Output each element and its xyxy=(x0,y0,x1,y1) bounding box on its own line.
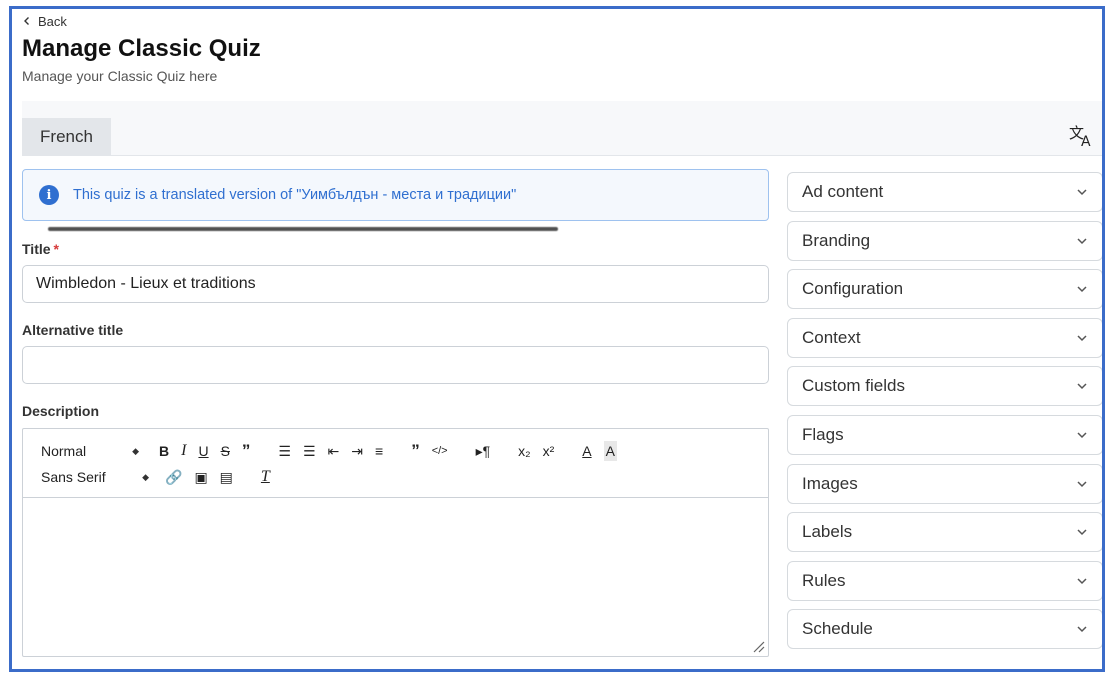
outdent-icon[interactable]: ⇤ xyxy=(328,441,340,461)
accordion-custom-fields[interactable]: Custom fields xyxy=(787,366,1102,407)
alternative-title-input[interactable] xyxy=(22,346,769,384)
back-link[interactable]: Back xyxy=(22,13,1102,29)
code-block-icon[interactable]: </> xyxy=(432,441,448,461)
chevron-down-icon xyxy=(1077,286,1087,293)
chevron-down-icon xyxy=(1077,529,1087,536)
link-icon[interactable]: 🔗 xyxy=(165,467,182,487)
font-select[interactable]: Sans Serif ◆ xyxy=(41,467,149,487)
bold-button[interactable]: B xyxy=(159,441,169,461)
subscript-icon[interactable]: x₂ xyxy=(518,441,530,461)
redaction-mark xyxy=(48,227,558,231)
accordion-ad-content[interactable]: Ad content xyxy=(787,172,1102,212)
chevron-down-icon xyxy=(1077,578,1087,584)
text-color-icon[interactable]: A xyxy=(582,441,591,461)
video-icon[interactable]: ▤ xyxy=(220,467,233,487)
align-icon[interactable]: ≡ xyxy=(375,441,383,461)
chevron-down-icon xyxy=(1077,481,1087,487)
accordion-flags[interactable]: Flags xyxy=(787,414,1102,455)
translation-info-alert: i This quiz is a translated version of "… xyxy=(22,169,769,221)
accordion-schedule[interactable]: Schedule xyxy=(787,609,1102,650)
strikethrough-button[interactable]: S xyxy=(221,441,230,461)
alternative-title-label: Alternative title xyxy=(22,322,124,338)
clear-format-icon[interactable]: T xyxy=(261,467,270,487)
info-message: This quiz is a translated version of "Уи… xyxy=(73,187,517,203)
chevron-down-icon xyxy=(1077,238,1087,244)
ordered-list-icon[interactable]: ☰ xyxy=(278,441,291,461)
description-label: Description xyxy=(22,403,100,419)
resize-handle-icon[interactable] xyxy=(751,639,765,653)
blockquote-icon[interactable]: ” xyxy=(411,441,420,461)
underline-button[interactable]: U xyxy=(198,441,208,461)
accordion-rules[interactable]: Rules xyxy=(787,560,1102,601)
chevron-down-icon xyxy=(1077,626,1087,633)
accordion-branding[interactable]: Branding xyxy=(787,220,1102,261)
chevron-left-icon xyxy=(24,17,29,25)
translate-icon[interactable]: 文 A xyxy=(1068,121,1096,149)
svg-text:A: A xyxy=(1081,134,1091,149)
chevron-down-icon xyxy=(1077,383,1087,390)
screenshot-frame: Back Manage Classic Quiz Manage your Cla… xyxy=(9,6,1105,672)
description-editor: Normal ◆ B I U S ” ☰ ☰ ⇤ ⇥ ≡ ” </> ▸¶ x₂… xyxy=(22,428,769,657)
page-subtitle: Manage your Classic Quiz here xyxy=(22,68,218,84)
title-label: Title * xyxy=(22,241,59,257)
back-label: Back xyxy=(38,13,67,29)
superscript-icon[interactable]: x² xyxy=(543,441,555,461)
settings-accordion: Ad content Branding Configuration Contex… xyxy=(787,172,1102,658)
indent-icon[interactable]: ⇥ xyxy=(351,441,363,461)
title-input[interactable] xyxy=(22,265,769,303)
required-mark: * xyxy=(53,241,59,257)
format-select[interactable]: Normal ◆ xyxy=(41,441,139,461)
main-form: i This quiz is a translated version of "… xyxy=(22,169,769,657)
background-color-icon[interactable]: A xyxy=(603,441,617,461)
editor-content-area[interactable] xyxy=(23,499,768,656)
text-direction-icon[interactable]: ▸¶ xyxy=(476,441,491,461)
accordion-labels[interactable]: Labels xyxy=(787,512,1102,553)
info-icon: i xyxy=(39,185,59,205)
quote-icon[interactable]: ” xyxy=(242,441,251,461)
chevron-down-icon xyxy=(1077,432,1087,439)
image-icon[interactable]: ▣ xyxy=(194,467,207,487)
chevron-down-icon xyxy=(1077,335,1087,341)
page-header: Back Manage Classic Quiz Manage your Cla… xyxy=(22,13,1102,85)
accordion-context[interactable]: Context xyxy=(787,317,1102,358)
bullet-list-icon[interactable]: ☰ xyxy=(303,441,316,461)
editor-toolbar: Normal ◆ B I U S ” ☰ ☰ ⇤ ⇥ ≡ ” </> ▸¶ x₂… xyxy=(23,429,768,498)
language-tabbar: French 文 A xyxy=(22,101,1102,156)
tab-french[interactable]: French xyxy=(22,118,111,156)
chevron-down-icon xyxy=(1077,189,1087,196)
italic-button[interactable]: I xyxy=(181,441,186,461)
accordion-images[interactable]: Images xyxy=(787,463,1102,504)
page-title: Manage Classic Quiz xyxy=(22,35,261,62)
accordion-configuration[interactable]: Configuration xyxy=(787,269,1102,310)
